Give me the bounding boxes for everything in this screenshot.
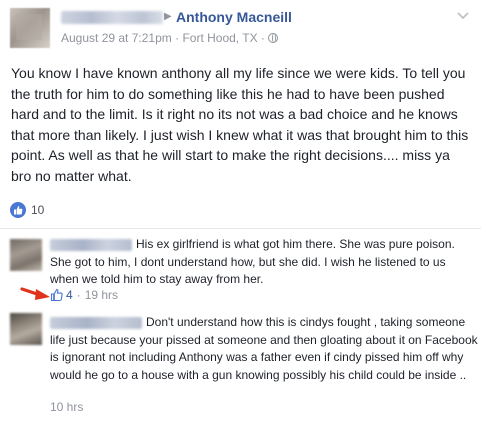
red-arrow-icon [20, 287, 50, 300]
globe-icon[interactable] [268, 33, 279, 43]
recipient-name-link[interactable]: Anthony Macneill [176, 9, 292, 25]
post-date-link[interactable]: August 29 at 7:21pm [61, 31, 172, 45]
commenter-avatar[interactable] [10, 239, 42, 271]
post-meta: August 29 at 7:21pm · Fort Hood, TX · [61, 31, 279, 45]
post-location-link[interactable]: Fort Hood, TX [182, 31, 257, 45]
meta-separator: · [175, 31, 180, 45]
thumbs-up-icon[interactable] [50, 288, 64, 302]
comment-text: Don't understand how this is cindys foug… [50, 315, 478, 383]
divider [0, 228, 481, 229]
commenter-avatar[interactable] [10, 313, 42, 345]
comment-timestamp[interactable]: 19 hrs [85, 288, 118, 302]
comment-timestamp[interactable]: 10 hrs [50, 400, 83, 414]
reaction-summary[interactable]: 10 [10, 201, 44, 219]
facebook-post: ▶ Anthony Macneill August 29 at 7:21pm ·… [0, 0, 481, 421]
comment-meta: 4 · 19 hrs [50, 288, 118, 302]
meta-separator: · [260, 31, 265, 45]
post-body-text: You know I have known anthony all my lif… [11, 65, 469, 184]
chevron-down-icon[interactable] [456, 8, 470, 22]
meta-separator: · [76, 288, 81, 302]
comment-like-count[interactable]: 4 [66, 288, 73, 302]
comment-text: His ex girlfriend is what got him there.… [50, 237, 455, 287]
like-icon [10, 202, 26, 218]
like-count[interactable]: 10 [31, 203, 44, 217]
poster-avatar[interactable] [10, 8, 50, 48]
right-triangle-icon: ▶ [164, 11, 172, 22]
comment-meta: 10 hrs [50, 400, 83, 414]
poster-name-redacted[interactable] [61, 11, 163, 24]
